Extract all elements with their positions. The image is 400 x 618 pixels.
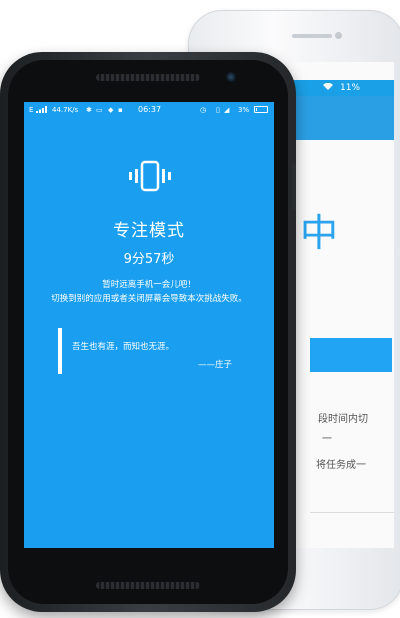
- back-phone-camera: [335, 32, 342, 39]
- back-text-line-3: 将任务成一: [316, 460, 366, 471]
- back-text-line-1: 段时间内切: [318, 414, 368, 425]
- alarm-icon: ◷: [200, 106, 207, 114]
- back-divider: [310, 512, 394, 513]
- notification-icon-2: ▪: [118, 106, 123, 114]
- tip-line-2: 切换到别的应用或者关闭屏幕会导致本次挑战失败。: [51, 294, 247, 304]
- notification-icon: ◆: [108, 106, 114, 114]
- back-phone-earpiece: [292, 34, 332, 38]
- signal-icon-2: ◢: [224, 106, 230, 114]
- front-speaker-top: [96, 74, 200, 81]
- network-speed: 44.7K/s: [52, 106, 79, 114]
- focus-mode-screen: E 44.7K/s ✱ ▭ ◆ ▪ 06:37 ◷ ▯ ◢ 3% 专注模式 9分…: [24, 102, 274, 548]
- hd-icon: ▭: [96, 106, 103, 114]
- vibrate-status-icon: ▯: [216, 106, 220, 114]
- back-start-button[interactable]: [310, 338, 392, 372]
- battery-percent: 3%: [238, 106, 250, 114]
- countdown-timer: 9分57秒: [123, 252, 175, 267]
- back-battery-text: 11%: [340, 83, 361, 93]
- bluetooth-icon: ✱: [86, 106, 92, 114]
- quote-bar: [58, 328, 62, 374]
- tip-line-1: 暂时远离手机一会儿吧！: [102, 280, 196, 290]
- front-side-button: [292, 164, 296, 210]
- wifi-icon: [322, 82, 334, 94]
- front-camera: [226, 72, 236, 82]
- status-time: 06:37: [138, 105, 162, 114]
- battery-icon: [254, 106, 268, 113]
- status-bar: E 44.7K/s ✱ ▭ ◆ ▪ 06:37 ◷ ▯ ◢ 3%: [24, 102, 274, 118]
- vibrate-phone-icon: [129, 160, 171, 192]
- carrier-label: E: [29, 106, 34, 114]
- signal-icon: [36, 106, 48, 115]
- front-speaker-bottom: [96, 582, 200, 589]
- back-headline-partial: 中: [300, 211, 339, 255]
- page-title: 专注模式: [113, 221, 185, 241]
- quote-author: ——庄子: [198, 360, 233, 370]
- quote-text: 吾生也有涯，而知也无涯。: [72, 342, 175, 352]
- back-text-line-2: 一: [322, 434, 332, 445]
